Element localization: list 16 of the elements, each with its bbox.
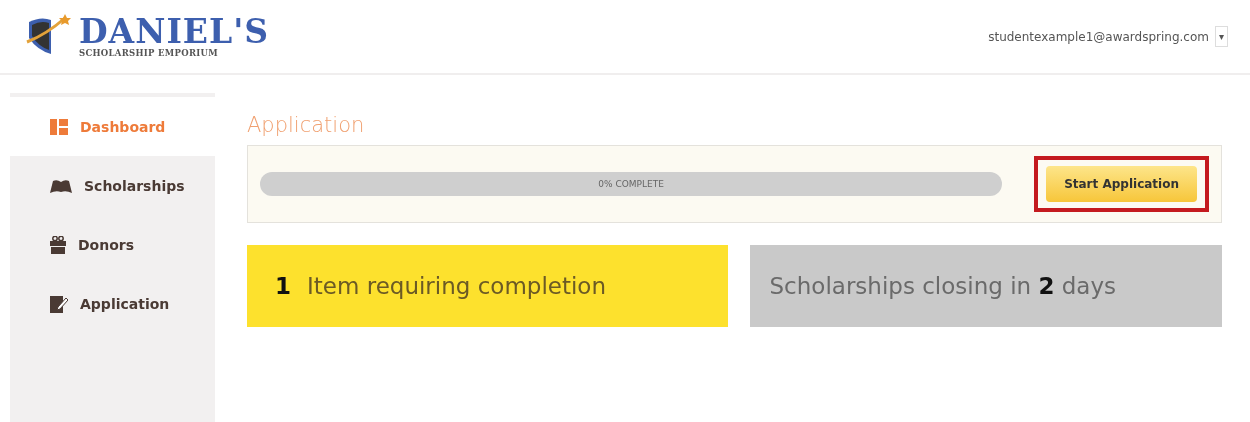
- sidebar-item[interactable]: Donors: [10, 215, 215, 274]
- logo-subtitle: SCHOLARSHIP EMPORIUM: [79, 48, 219, 58]
- sidebar-item[interactable]: Scholarships: [10, 156, 215, 215]
- book-icon: [50, 178, 72, 193]
- card-text: Item requiring completion: [307, 273, 606, 299]
- user-email: studentexample1@awardspring.com: [988, 29, 1209, 44]
- start-application-button[interactable]: Start Application: [1046, 166, 1197, 202]
- item-count: 1: [275, 273, 291, 299]
- user-menu-dropdown[interactable]: ▾: [1215, 26, 1228, 47]
- logo-title: DANIEL'S: [79, 15, 270, 48]
- section-heading: Application: [247, 113, 366, 137]
- sidebar-item[interactable]: Application: [10, 274, 215, 333]
- dashboard-icon: [50, 118, 68, 135]
- gift-icon: [50, 235, 66, 254]
- edit-icon: [50, 294, 68, 313]
- card-text: Scholarships closing in 2 days: [769, 273, 1117, 299]
